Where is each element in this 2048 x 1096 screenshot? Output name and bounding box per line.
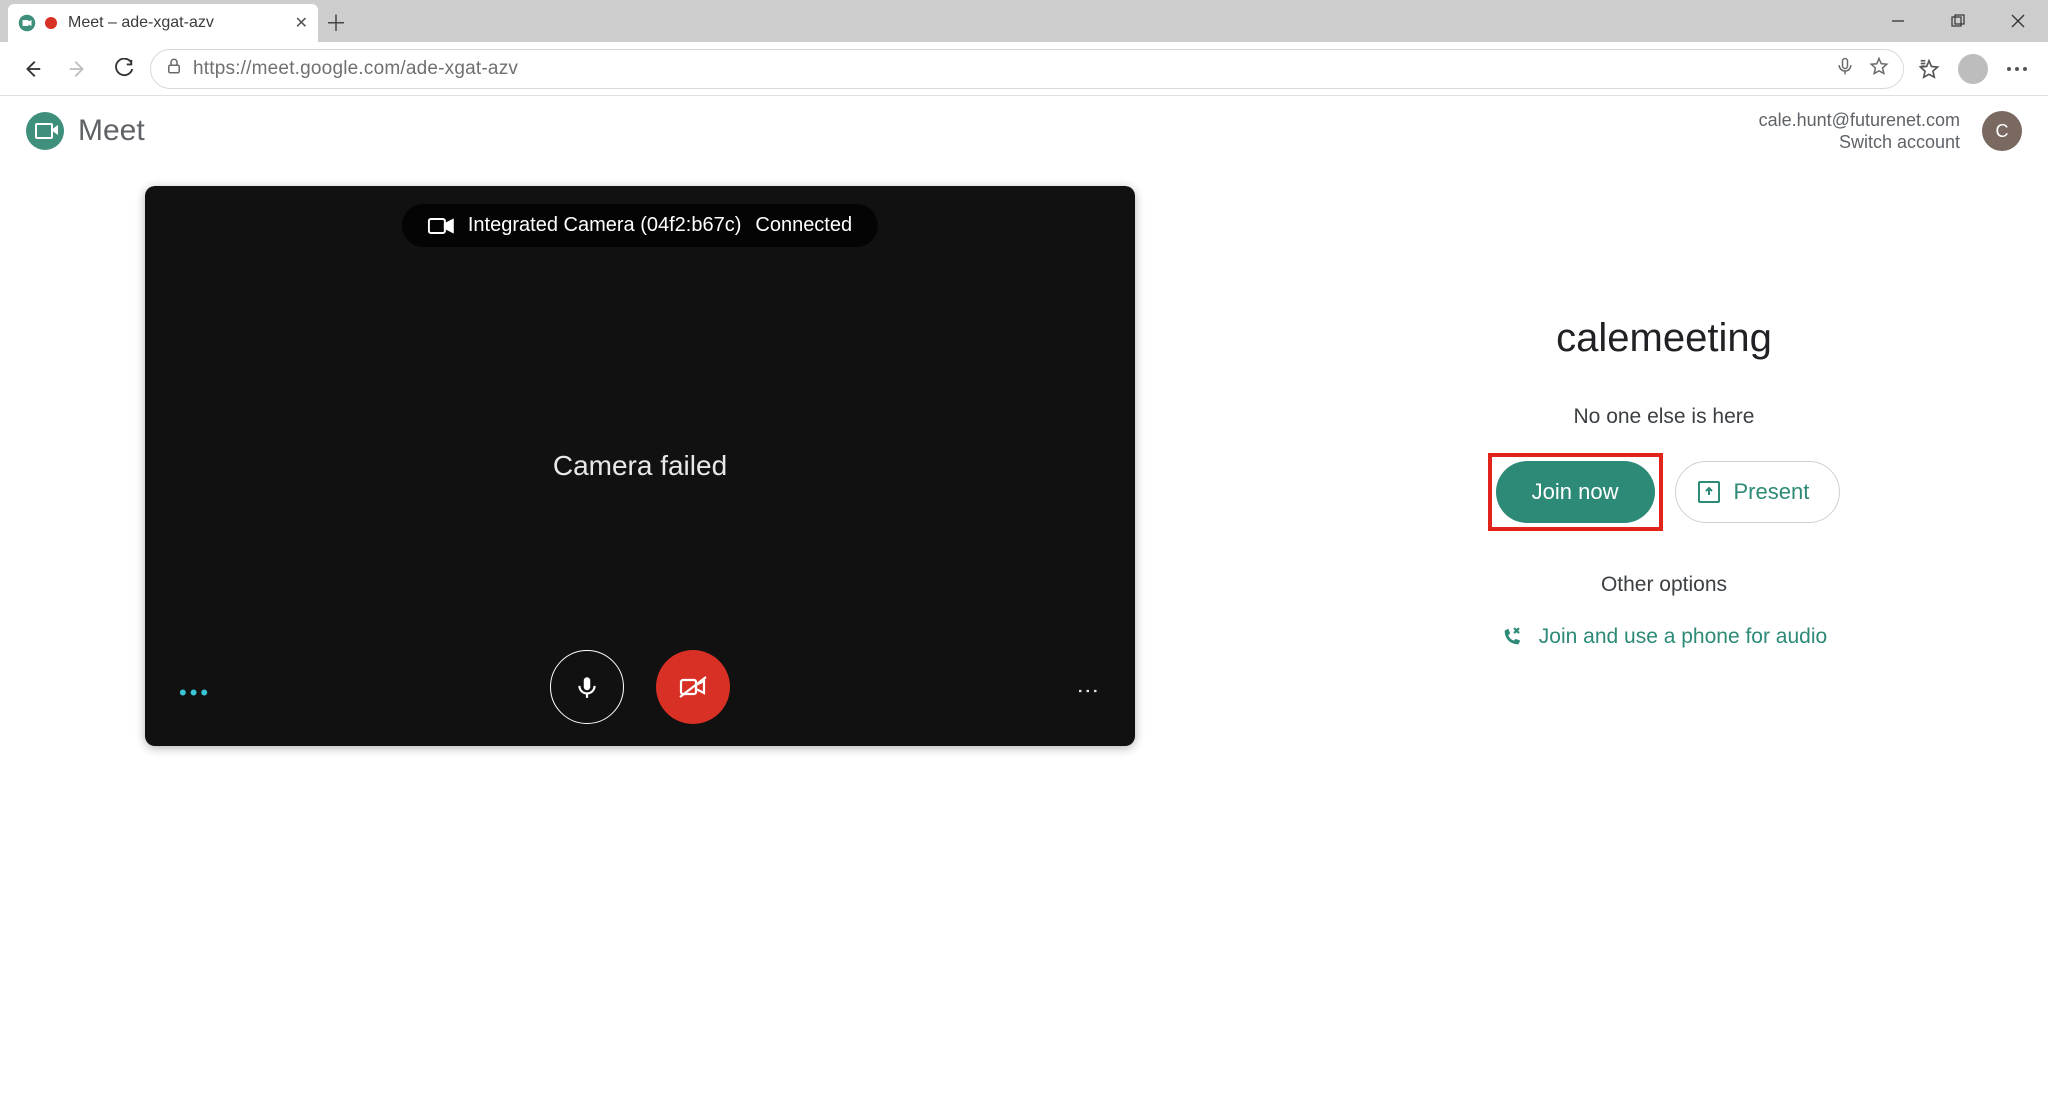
join-button-row: Join now Present bbox=[1488, 453, 1841, 531]
microphone-icon bbox=[574, 674, 600, 700]
main-content: Integrated Camera (04f2:b67c) Connected … bbox=[0, 166, 2048, 746]
refresh-icon bbox=[113, 58, 135, 80]
meet-header: Meet cale.hunt@futurenet.com Switch acco… bbox=[0, 96, 2048, 166]
phone-audio-label: Join and use a phone for audio bbox=[1539, 625, 1827, 649]
meeting-name: calemeeting bbox=[1556, 316, 1772, 361]
window-maximize-button[interactable] bbox=[1928, 0, 1988, 42]
favorites-icon bbox=[1918, 58, 1940, 80]
meet-product-name: Meet bbox=[78, 114, 145, 148]
lock-icon bbox=[165, 57, 183, 80]
present-button[interactable]: Present bbox=[1675, 461, 1841, 523]
present-icon bbox=[1698, 481, 1720, 503]
window-close-button[interactable] bbox=[1988, 0, 2048, 42]
camera-off-icon bbox=[678, 675, 708, 699]
camera-connection-status: Connected bbox=[755, 214, 852, 237]
camera-icon bbox=[428, 216, 454, 236]
browser-toolbar: https://meet.google.com/ade-xgat-azv bbox=[0, 42, 2048, 96]
account-avatar[interactable]: C bbox=[1982, 111, 2022, 151]
browser-titlebar: Meet – ade-xgat-azv ✕ ＋ bbox=[0, 0, 2048, 42]
account-info: cale.hunt@futurenet.com Switch account bbox=[1759, 109, 1960, 154]
camera-toggle-button[interactable] bbox=[656, 650, 730, 724]
account-email: cale.hunt@futurenet.com bbox=[1759, 109, 1960, 132]
avatar-initial: C bbox=[1996, 121, 2009, 142]
microphone-toggle-button[interactable] bbox=[550, 650, 624, 724]
video-preview: Integrated Camera (04f2:b67c) Connected … bbox=[145, 186, 1135, 746]
phone-audio-link[interactable]: Join and use a phone for audio bbox=[1501, 625, 1827, 649]
join-panel: calemeeting No one else is here Join now… bbox=[1280, 186, 2048, 746]
other-options-label: Other options bbox=[1601, 573, 1727, 597]
browser-tab[interactable]: Meet – ade-xgat-azv ✕ bbox=[8, 4, 318, 42]
join-now-button[interactable]: Join now bbox=[1496, 461, 1655, 523]
camera-status-pill: Integrated Camera (04f2:b67c) Connected bbox=[402, 204, 878, 247]
bookmark-star-icon[interactable] bbox=[1869, 56, 1889, 81]
minimize-icon bbox=[1891, 14, 1905, 28]
window-minimize-button[interactable] bbox=[1868, 0, 1928, 42]
meet-favicon-icon bbox=[18, 14, 36, 32]
annotation-highlight: Join now bbox=[1488, 453, 1663, 531]
recording-dot-icon bbox=[44, 16, 58, 30]
forward-button bbox=[58, 49, 98, 89]
preview-controls bbox=[550, 650, 730, 724]
arrow-left-icon bbox=[21, 58, 43, 80]
meet-logo-icon bbox=[26, 112, 64, 150]
address-bar[interactable]: https://meet.google.com/ade-xgat-azv bbox=[150, 49, 1904, 89]
url-text: https://meet.google.com/ade-xgat-azv bbox=[193, 58, 518, 80]
mic-permission-icon[interactable] bbox=[1835, 56, 1855, 81]
favorites-button[interactable] bbox=[1910, 50, 1948, 88]
new-tab-button[interactable]: ＋ bbox=[318, 4, 354, 40]
dots-horizontal-icon bbox=[2006, 66, 2028, 72]
browser-profile-button[interactable] bbox=[1954, 50, 1992, 88]
switch-account-link[interactable]: Switch account bbox=[1759, 131, 1960, 154]
close-icon bbox=[2011, 14, 2025, 28]
refresh-button[interactable] bbox=[104, 49, 144, 89]
present-label: Present bbox=[1734, 479, 1810, 505]
maximize-icon bbox=[1951, 14, 1965, 28]
phone-audio-icon bbox=[1501, 626, 1523, 648]
visual-effects-button[interactable]: ••• bbox=[179, 680, 211, 706]
browser-menu-button[interactable] bbox=[1998, 50, 2036, 88]
tab-close-button[interactable]: ✕ bbox=[295, 13, 308, 33]
profile-avatar-icon bbox=[1958, 54, 1988, 84]
camera-device-name: Integrated Camera (04f2:b67c) bbox=[468, 214, 742, 237]
arrow-right-icon bbox=[67, 58, 89, 80]
back-button[interactable] bbox=[12, 49, 52, 89]
participants-status: No one else is here bbox=[1574, 405, 1755, 429]
preview-more-button[interactable]: ⋮ bbox=[1075, 680, 1101, 704]
meet-logo[interactable]: Meet bbox=[26, 112, 145, 150]
preview-column: Integrated Camera (04f2:b67c) Connected … bbox=[0, 186, 1280, 746]
tab-title: Meet – ade-xgat-azv bbox=[68, 14, 285, 32]
window-controls bbox=[1868, 0, 2048, 42]
tab-favicons bbox=[18, 14, 58, 32]
camera-error-text: Camera failed bbox=[553, 450, 727, 482]
